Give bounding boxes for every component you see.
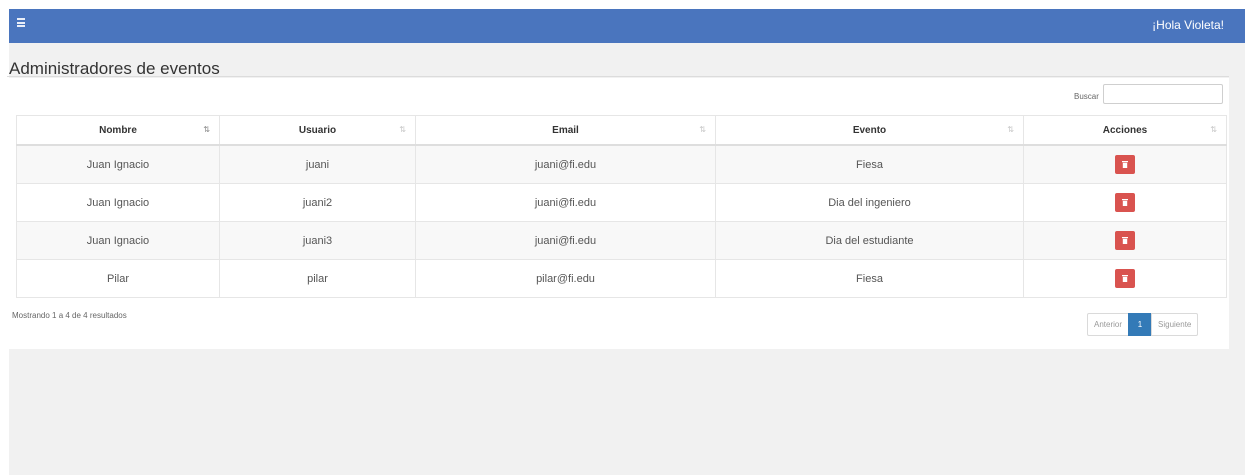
cell-nombre: Pilar [16, 259, 220, 298]
column-header-acciones[interactable]: Acciones ⇅ [1023, 115, 1227, 146]
table-row: Juan Ignacio juani3 juani@fi.edu Dia del… [16, 221, 1227, 260]
search-label: Buscar [1074, 92, 1099, 101]
cell-nombre: Juan Ignacio [16, 183, 220, 222]
column-header-usuario[interactable]: Usuario ⇅ [219, 115, 416, 146]
trash-icon [1122, 199, 1128, 206]
sort-icon: ⇅ [399, 125, 406, 134]
delete-button[interactable] [1115, 155, 1135, 174]
search-input[interactable] [1103, 84, 1223, 104]
column-header-evento[interactable]: Evento ⇅ [715, 115, 1024, 146]
cell-usuario: juani3 [219, 221, 416, 260]
cell-acciones [1023, 259, 1227, 298]
cell-usuario: pilar [219, 259, 416, 298]
cell-usuario: juani2 [219, 183, 416, 222]
table-row: Juan Ignacio juani juani@fi.edu Fiesa [16, 144, 1227, 184]
cell-nombre: Juan Ignacio [16, 144, 220, 184]
table-row: Pilar pilar pilar@fi.edu Fiesa [16, 259, 1227, 298]
trash-icon [1122, 275, 1128, 282]
cell-email: juani@fi.edu [415, 183, 716, 222]
top-navbar: ¡Hola Violeta! [9, 9, 1245, 43]
cell-evento: Fiesa [715, 144, 1024, 184]
previous-page-button[interactable]: Anterior [1087, 313, 1130, 336]
trash-icon [1122, 161, 1128, 168]
column-label: Nombre [99, 124, 137, 136]
cell-acciones [1023, 183, 1227, 222]
next-page-button[interactable]: Siguiente [1151, 313, 1199, 336]
cell-email: juani@fi.edu [415, 221, 716, 260]
column-label: Evento [852, 124, 887, 136]
table-header-row: Nombre ⇅ Usuario ⇅ Email ⇅ Evento ⇅ Acciones… [16, 115, 1227, 146]
cell-acciones [1023, 144, 1227, 184]
column-header-email[interactable]: Email ⇅ [415, 115, 716, 146]
cell-evento: Dia del ingeniero [715, 183, 1024, 222]
trash-icon [1122, 237, 1128, 244]
sort-asc-icon: ⇅ [203, 125, 210, 134]
pagination: Anterior 1 Siguiente [1087, 313, 1199, 336]
cell-evento: Dia del estudiante [715, 221, 1024, 260]
delete-button[interactable] [1115, 269, 1135, 288]
sort-icon: ⇅ [699, 125, 706, 134]
column-label: Acciones [1102, 124, 1148, 136]
sort-icon: ⇅ [1210, 125, 1217, 134]
column-label: Usuario [298, 124, 337, 136]
column-header-nombre[interactable]: Nombre ⇅ [16, 115, 220, 146]
title-divider [7, 76, 1229, 77]
column-label: Email [552, 124, 579, 136]
sort-icon: ⇅ [1007, 125, 1014, 134]
cell-nombre: Juan Ignacio [16, 221, 220, 260]
cell-usuario: juani [219, 144, 416, 184]
cell-email: juani@fi.edu [415, 144, 716, 184]
page-1-button[interactable]: 1 [1128, 313, 1153, 336]
delete-button[interactable] [1115, 231, 1135, 250]
cell-acciones [1023, 221, 1227, 260]
results-info: Mostrando 1 a 4 de 4 resultados [12, 311, 127, 320]
cell-evento: Fiesa [715, 259, 1024, 298]
user-greeting[interactable]: ¡Hola Violeta! [1152, 18, 1224, 32]
cell-email: pilar@fi.edu [415, 259, 716, 298]
hamburger-icon[interactable] [17, 18, 25, 27]
admins-table: Nombre ⇅ Usuario ⇅ Email ⇅ Evento ⇅ Acciones… [16, 115, 1227, 298]
table-row: Juan Ignacio juani2 juani@fi.edu Dia del… [16, 183, 1227, 222]
delete-button[interactable] [1115, 193, 1135, 212]
